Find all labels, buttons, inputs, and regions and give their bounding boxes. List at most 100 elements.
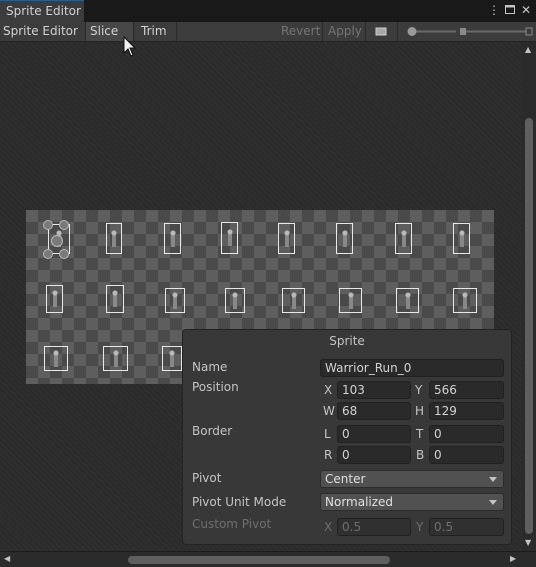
sprite-rect[interactable] — [165, 288, 185, 313]
sprite-rect[interactable] — [106, 285, 124, 313]
sprite-rect[interactable] — [106, 223, 122, 254]
pivot-unit-mode-label: Pivot Unit Mode — [192, 495, 287, 509]
resize-handle[interactable] — [59, 220, 69, 230]
vertical-scroll-thumb[interactable] — [525, 118, 533, 534]
pivot-label: Pivot — [192, 471, 222, 485]
scroll-left-icon[interactable]: ◀ — [4, 555, 10, 563]
position-label: Position — [192, 380, 239, 394]
sprite-image — [110, 228, 118, 249]
sprite-image — [289, 290, 298, 311]
chevron-down-icon — [489, 500, 497, 505]
sprite-rect[interactable] — [282, 288, 305, 313]
sprite-image — [399, 228, 408, 249]
horizontal-scroll-thumb[interactable] — [128, 556, 390, 564]
border-b-field[interactable]: 0 — [429, 446, 504, 464]
mode-dropdown-label: Sprite Editor — [3, 24, 78, 38]
h-axis-label: H — [415, 404, 425, 418]
sprite-image — [50, 289, 59, 309]
border-l-field[interactable]: 0 — [337, 425, 411, 443]
position-w-field[interactable]: 68 — [337, 402, 411, 420]
sprite-rect[interactable] — [339, 288, 362, 313]
sprite-image — [346, 290, 355, 311]
custom-pivot-y-label: Y — [416, 520, 424, 534]
sprite-image — [231, 290, 239, 311]
sprite-image — [225, 228, 234, 248]
l-axis-label: L — [324, 427, 331, 441]
sprite-rect[interactable] — [44, 346, 68, 371]
kebab-menu-icon[interactable]: ⋮ — [487, 3, 501, 17]
sprite-image — [168, 228, 177, 249]
scroll-down-icon[interactable]: ▼ — [525, 539, 531, 547]
zoom-slider[interactable] — [400, 22, 534, 41]
resize-handle[interactable] — [59, 249, 69, 259]
b-axis-label: B — [416, 448, 425, 462]
sprite-image — [403, 290, 412, 311]
name-label: Name — [192, 360, 228, 374]
sprite-rect[interactable] — [395, 223, 412, 254]
y-axis-label: Y — [415, 383, 423, 397]
sprite-rect[interactable] — [103, 346, 128, 371]
sprite-rect[interactable] — [164, 223, 181, 254]
sprite-inspector-panel: Sprite Name Warrior_Run_0 Position X 103… — [182, 329, 512, 545]
resize-handle[interactable] — [43, 220, 53, 230]
zoom-slider-icon — [407, 27, 533, 36]
sprite-image — [282, 228, 291, 249]
color-toggle-button[interactable] — [366, 22, 398, 41]
x-axis-label: X — [324, 383, 333, 397]
pivot-unit-mode-value: Normalized — [325, 495, 394, 509]
t-axis-label: T — [416, 427, 424, 441]
sprite-image — [111, 348, 120, 369]
horizontal-scrollbar[interactable]: ◀ ▶ — [0, 551, 536, 567]
revert-button[interactable]: Revert — [277, 22, 323, 41]
border-t-field[interactable]: 0 — [429, 425, 504, 443]
position-y-field[interactable]: 566 — [429, 381, 504, 399]
sprite-rect[interactable] — [221, 222, 238, 254]
maximize-icon[interactable] — [503, 3, 517, 17]
w-axis-label: W — [323, 404, 335, 418]
border-r-field[interactable]: 0 — [337, 446, 411, 464]
sprite-image — [340, 228, 349, 249]
sprite-image — [168, 348, 176, 369]
chevron-down-icon — [489, 477, 497, 482]
mode-dropdown[interactable]: Sprite Editor — [0, 22, 86, 52]
sprite-rect[interactable] — [453, 288, 477, 313]
pivot-dropdown[interactable]: Center — [320, 470, 504, 488]
r-axis-label: R — [324, 448, 333, 462]
panel-title: Sprite — [329, 334, 365, 348]
custom-pivot-x-label: X — [324, 520, 333, 534]
sprite-image — [457, 228, 466, 249]
pivot-dropdown-value: Center — [325, 472, 366, 486]
pivot-unit-mode-dropdown[interactable]: Normalized — [320, 493, 504, 511]
sprite-rect[interactable] — [396, 288, 419, 313]
trim-button[interactable]: Trim — [134, 22, 177, 41]
custom-pivot-y-field: 0.5 — [429, 518, 504, 536]
pivot-handle[interactable] — [51, 235, 63, 247]
custom-pivot-label: Custom Pivot — [192, 517, 272, 531]
slice-button-label: Slice — [90, 24, 119, 38]
scroll-up-icon[interactable]: ▲ — [525, 46, 531, 54]
scroll-right-icon[interactable]: ▶ — [510, 555, 516, 563]
sprite-image — [52, 348, 60, 369]
close-icon[interactable]: ✕ — [519, 3, 533, 17]
position-x-field[interactable]: 103 — [337, 381, 411, 399]
sprite-rect[interactable] — [336, 223, 353, 254]
tab-sprite-editor[interactable]: Sprite Editor — [0, 0, 84, 22]
vertical-scrollbar[interactable]: ▲ ▼ — [522, 42, 536, 551]
sprite-rect[interactable] — [225, 288, 245, 313]
tab-bar: Sprite Editor ⋮ ✕ — [0, 0, 536, 22]
color-toggle-icon — [375, 27, 387, 36]
sprite-image — [171, 290, 179, 311]
sprite-rect[interactable] — [46, 285, 63, 313]
sprite-rect[interactable] — [278, 223, 295, 254]
toolbar: Sprite Editor Slice Trim Revert Apply — [0, 22, 536, 52]
sprite-image — [111, 289, 119, 309]
sprite-image — [461, 290, 469, 311]
cursor-icon — [123, 36, 137, 57]
sprite-rect[interactable] — [162, 346, 182, 371]
resize-handle[interactable] — [43, 249, 53, 259]
custom-pivot-x-field: 0.5 — [337, 518, 411, 536]
sprite-rect[interactable] — [453, 223, 470, 254]
apply-button[interactable]: Apply — [323, 22, 366, 41]
name-field[interactable]: Warrior_Run_0 — [320, 359, 504, 377]
position-h-field[interactable]: 129 — [429, 402, 504, 420]
